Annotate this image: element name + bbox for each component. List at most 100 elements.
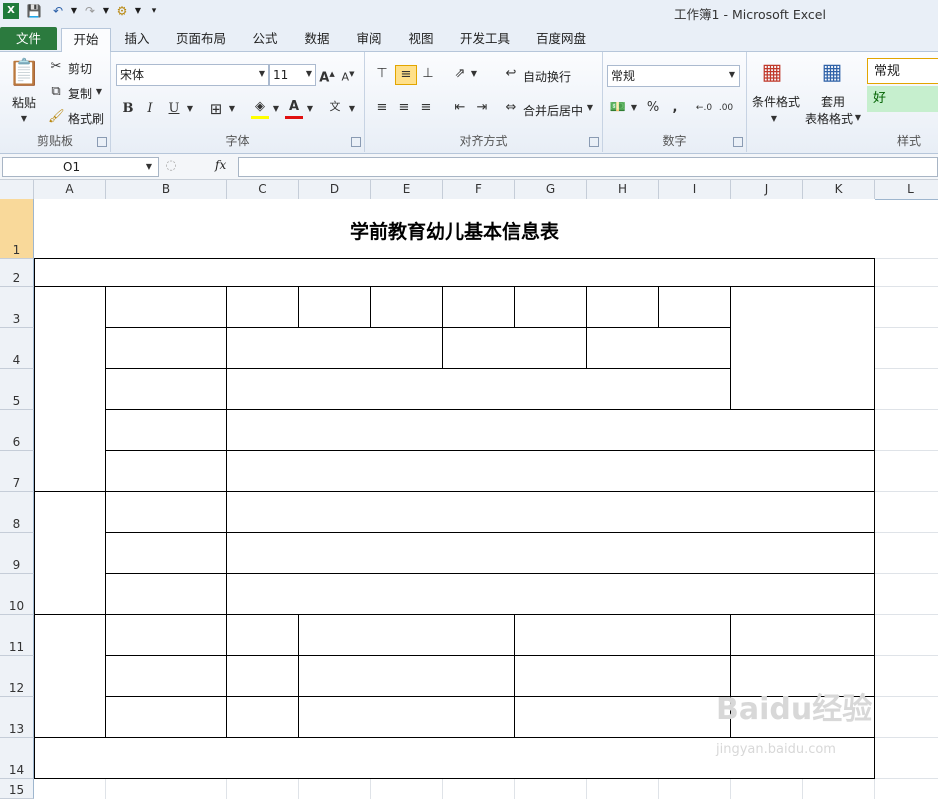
format-as-table-label-2[interactable]: 表格格式 [805, 110, 853, 127]
font-name-select[interactable]: 宋体 [116, 64, 269, 86]
accounting-dropdown-icon[interactable]: ▼ [629, 99, 639, 117]
bold-button[interactable]: B [119, 100, 137, 118]
format-painter-button[interactable]: 格式刷 [68, 110, 104, 127]
alignment-launcher-icon[interactable] [589, 137, 599, 147]
cell-b5[interactable] [105, 368, 227, 410]
merge-center-dropdown-icon[interactable]: ▼ [585, 99, 595, 117]
redo-dropdown-icon[interactable]: ▼ [98, 3, 114, 19]
align-left-icon[interactable]: ≡ [373, 99, 391, 117]
cell-b8[interactable] [105, 491, 227, 533]
col-header-g[interactable]: G [515, 180, 587, 199]
tab-page-layout[interactable]: 页面布局 [169, 28, 233, 50]
customize-toolbar-icon[interactable]: ▾ [146, 3, 162, 19]
underline-button[interactable]: U [165, 100, 183, 118]
row-header-13[interactable]: 13 [0, 697, 34, 738]
wrap-text-button[interactable]: 自动换行 [523, 68, 571, 85]
paste-icon[interactable]: 📋 [8, 56, 40, 90]
align-bottom-icon[interactable]: ⊥ [419, 65, 437, 83]
cell-b10[interactable] [105, 573, 227, 615]
row-header-10[interactable]: 10 [0, 574, 34, 615]
copy-icon[interactable]: ⧉ [48, 83, 64, 101]
cell-g13-i13[interactable] [514, 696, 731, 738]
align-center-icon[interactable]: ≡ [395, 99, 413, 117]
col-header-d[interactable]: D [299, 180, 371, 199]
cell-d13-f13[interactable] [298, 696, 515, 738]
percent-button[interactable]: % [645, 99, 661, 117]
cell-a8-a10[interactable] [34, 491, 106, 615]
cell-i3[interactable] [658, 286, 731, 328]
paste-dropdown-icon[interactable]: ▼ [16, 110, 32, 128]
cell-c12[interactable] [226, 655, 299, 697]
redo-icon[interactable]: ↷ [82, 3, 98, 19]
format-as-table-label-1[interactable]: 套用 [821, 93, 845, 110]
col-header-k[interactable]: K [803, 180, 875, 199]
row-header-4[interactable]: 4 [0, 328, 34, 369]
cell-e3[interactable] [370, 286, 443, 328]
copy-button[interactable]: 复制 [68, 85, 92, 102]
tab-developer[interactable]: 开发工具 [452, 28, 518, 50]
tab-formulas[interactable]: 公式 [243, 28, 287, 50]
tab-view[interactable]: 视图 [399, 28, 443, 50]
cell-b3[interactable] [105, 286, 227, 328]
format-as-table-dropdown-icon[interactable]: ▼ [853, 109, 863, 127]
format-painter-icon[interactable]: 🖌 [48, 108, 65, 126]
cell-b4[interactable] [105, 327, 227, 369]
row-header-12[interactable]: 12 [0, 656, 34, 697]
custom-tool-dropdown-icon[interactable]: ▼ [130, 3, 146, 19]
row-header-11[interactable]: 11 [0, 615, 34, 656]
row-header-3[interactable]: 3 [0, 287, 34, 328]
phonetic-icon[interactable]: 文 [325, 98, 345, 116]
cell-b12[interactable] [105, 655, 227, 697]
tab-file[interactable]: 文件 [0, 27, 57, 50]
cell-c8-k8[interactable] [226, 491, 875, 533]
cell-d12-f12[interactable] [298, 655, 515, 697]
row-header-1[interactable]: 1 [0, 199, 34, 259]
col-header-h[interactable]: H [587, 180, 659, 199]
cell-style-good[interactable]: 好 [867, 86, 938, 112]
number-launcher-icon[interactable] [733, 137, 743, 147]
cell-c10-k10[interactable] [226, 573, 875, 615]
cell-h3[interactable] [586, 286, 659, 328]
formula-bar-handle-icon[interactable]: ◌ [164, 157, 178, 175]
accounting-format-icon[interactable]: 💵 [609, 99, 627, 117]
copy-dropdown-icon[interactable]: ▼ [94, 83, 104, 101]
increase-decimal-icon[interactable]: ←.0 [695, 99, 713, 117]
row-header-5[interactable]: 5 [0, 369, 34, 410]
cell-c11[interactable] [226, 614, 299, 656]
align-middle-icon[interactable]: ≡ [395, 65, 417, 85]
merge-center-button[interactable]: 合并后居中 [523, 102, 583, 119]
cell-a11-a13[interactable] [34, 614, 106, 738]
borders-icon[interactable]: ⊞ [207, 100, 225, 118]
row-header-8[interactable]: 8 [0, 492, 34, 533]
underline-dropdown-icon[interactable]: ▼ [185, 100, 195, 118]
align-right-icon[interactable]: ≡ [417, 99, 435, 117]
cell-b11[interactable] [105, 614, 227, 656]
cell-b6[interactable] [105, 409, 227, 451]
cell-row2-merged[interactable] [34, 258, 875, 287]
decrease-indent-icon[interactable]: ⇤ [451, 99, 469, 117]
cell-c6-k6[interactable] [226, 409, 875, 451]
font-name-dropdown-icon[interactable]: ▼ [257, 65, 267, 83]
row-header-9[interactable]: 9 [0, 533, 34, 574]
cell-c13[interactable] [226, 696, 299, 738]
cell-d11-f11[interactable] [298, 614, 515, 656]
comma-style-button[interactable]: , [667, 99, 683, 117]
cut-icon[interactable]: ✂ [48, 58, 64, 76]
cell-g11-i11[interactable] [514, 614, 731, 656]
cell-d3[interactable] [298, 286, 371, 328]
shrink-font-icon[interactable]: A▼ [339, 65, 357, 87]
formula-input[interactable] [238, 157, 938, 177]
save-icon[interactable]: 💾 [26, 3, 42, 19]
fill-color-icon[interactable]: ◈ [251, 98, 269, 119]
font-color-icon[interactable]: A [285, 98, 303, 119]
row-header-7[interactable]: 7 [0, 451, 34, 492]
row-header-14[interactable]: 14 [0, 738, 34, 779]
cell-f4-g4[interactable] [442, 327, 587, 369]
increase-indent-icon[interactable]: ⇥ [473, 99, 491, 117]
name-box[interactable]: O1 [2, 157, 159, 177]
cell-c5-i5[interactable] [226, 368, 731, 410]
orientation-dropdown-icon[interactable]: ▼ [469, 65, 479, 83]
col-header-l[interactable]: L [875, 180, 938, 199]
cell-c3[interactable] [226, 286, 299, 328]
cell-c9-k9[interactable] [226, 532, 875, 574]
